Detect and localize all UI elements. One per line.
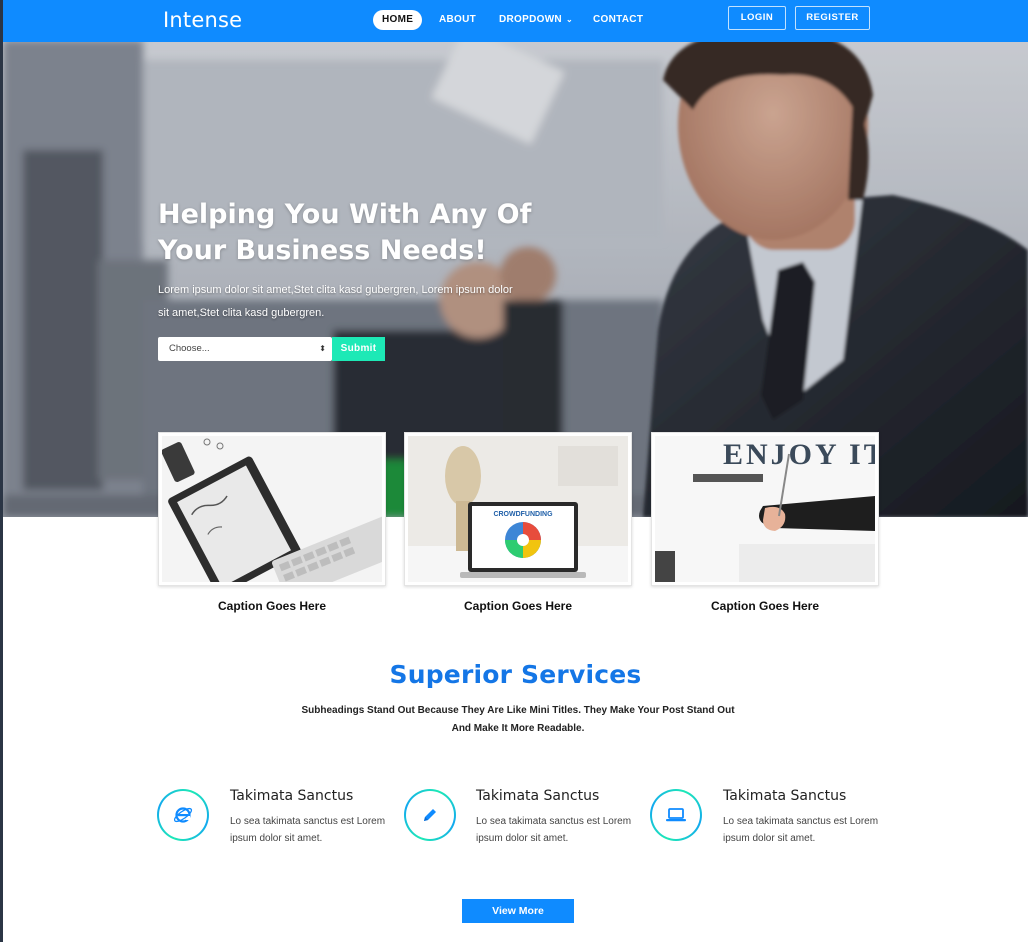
service-text-2-line-2: ipsum dolor sit amet.: [476, 833, 569, 844]
internet-explorer-icon: [173, 807, 193, 823]
service-text-3-line-1: Lo sea takimata sanctus est Lorem: [723, 816, 879, 827]
select-arrows-icon: ⬍: [319, 344, 326, 353]
section-subtitle: Subheadings Stand Out Because They Are L…: [293, 702, 743, 738]
hero-description-line-2: sit amet,Stet clita kasd gubergren.: [158, 306, 325, 319]
section-title: Superior Services: [389, 660, 642, 689]
service-text-1: Lo sea takimata sanctus est Lorem ipsum …: [230, 813, 395, 847]
card-image-3[interactable]: ENJOY IT: [651, 432, 879, 586]
writing-hand-image: ENJOY IT: [655, 436, 875, 582]
service-icon-3: [650, 789, 702, 841]
service-title-3: Takimata Sanctus: [723, 788, 847, 804]
nav-contact[interactable]: CONTACT: [593, 10, 643, 30]
view-more-button[interactable]: View More: [462, 899, 574, 923]
page: Intense HOME ABOUT DROPDOWN ⌄ CONTACT LO…: [3, 0, 1028, 942]
card-image-2[interactable]: CROWDFUNDING: [404, 432, 632, 586]
nav-dropdown[interactable]: DROPDOWN ⌄: [499, 10, 573, 30]
service-title-2: Takimata Sanctus: [476, 788, 600, 804]
service-text-3-line-2: ipsum dolor sit amet.: [723, 833, 816, 844]
register-button[interactable]: REGISTER: [795, 6, 870, 30]
card-caption-1: Caption Goes Here: [217, 599, 327, 613]
section-subtitle-line-1: Subheadings Stand Out Because They Are L…: [301, 705, 735, 716]
service-text-2: Lo sea takimata sanctus est Lorem ipsum …: [476, 813, 641, 847]
service-text-1-line-2: ipsum dolor sit amet.: [230, 833, 323, 844]
hero-title: Helping You With Any Of Your Business Ne…: [158, 197, 538, 269]
pencil-icon: [424, 809, 436, 821]
choose-select[interactable]: Choose... ⬍: [158, 337, 332, 361]
crowdfunding-laptop-image: CROWDFUNDING: [408, 436, 628, 582]
crowdfunding-screen-label: CROWDFUNDING: [493, 511, 553, 518]
service-icon-1: [157, 789, 209, 841]
section-subtitle-line-2: And Make It More Readable.: [451, 723, 585, 734]
laptop-icon: [666, 808, 686, 822]
hero-description: Lorem ipsum dolor sit amet,Stet clita ka…: [158, 279, 533, 324]
choose-select-value: Choose...: [169, 343, 210, 354]
service-text-2-line-1: Lo sea takimata sanctus est Lorem: [476, 816, 632, 827]
brand-logo[interactable]: Intense: [163, 8, 242, 32]
hero-title-line-1: Helping You With Any Of: [158, 199, 532, 230]
nav-home[interactable]: HOME: [373, 10, 423, 30]
enjoy-it-sign: ENJOY IT: [723, 438, 875, 471]
service-title-1: Takimata Sanctus: [230, 788, 354, 804]
nav-about[interactable]: ABOUT: [439, 10, 476, 30]
desk-notebook-image: [162, 436, 382, 582]
service-text-3: Lo sea takimata sanctus est Lorem ipsum …: [723, 813, 888, 847]
service-text-1-line-1: Lo sea takimata sanctus est Lorem: [230, 816, 386, 827]
card-caption-3: Caption Goes Here: [710, 599, 820, 613]
hero-title-line-2: Your Business Needs!: [158, 235, 487, 266]
top-navbar: Intense HOME ABOUT DROPDOWN ⌄ CONTACT LO…: [3, 0, 1028, 42]
hero-description-line-1: Lorem ipsum dolor sit amet,Stet clita ka…: [158, 284, 513, 296]
chevron-down-icon: ⌄: [566, 15, 574, 24]
card-image-1[interactable]: [158, 432, 386, 586]
card-caption-2: Caption Goes Here: [463, 599, 573, 613]
service-icon-2: [404, 789, 456, 841]
login-button[interactable]: LOGIN: [728, 6, 786, 30]
submit-button[interactable]: Submit: [332, 337, 385, 361]
nav-dropdown-label: DROPDOWN: [499, 14, 562, 25]
